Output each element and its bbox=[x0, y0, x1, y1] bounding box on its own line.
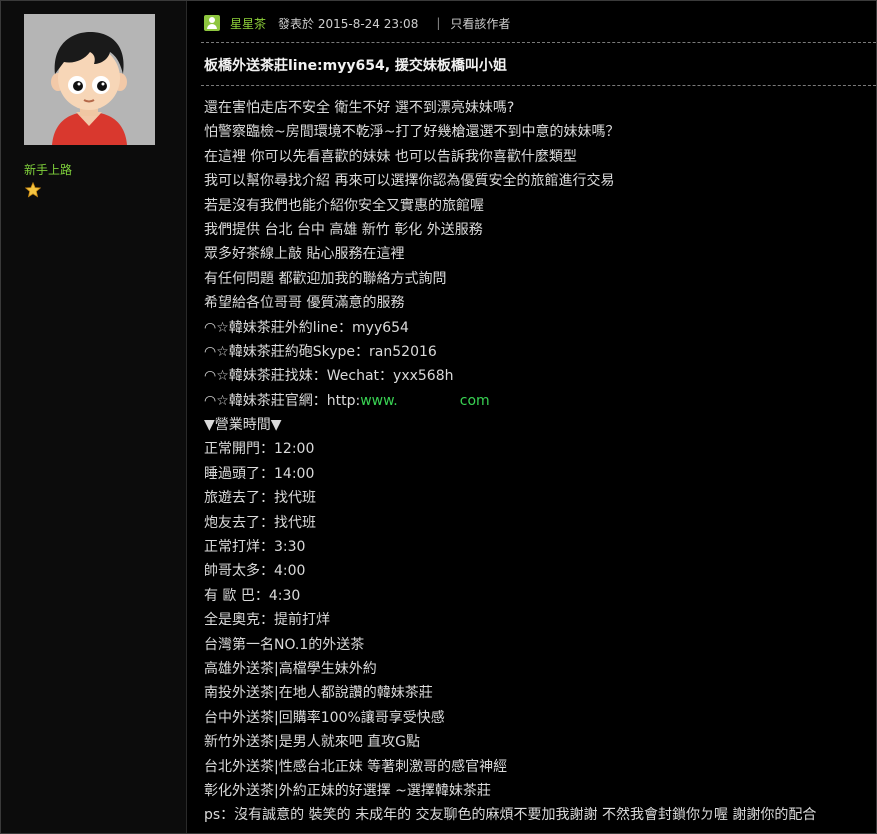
body-line: 有 歐 巴：4:30 bbox=[204, 587, 301, 604]
website-link-part2[interactable]: com bbox=[460, 393, 490, 409]
body-line: 若是沒有我們也能介紹你安全又實惠的旅館喔 bbox=[204, 197, 484, 214]
body-line: 台中外送茶|回購率100%讓哥享受快感 bbox=[204, 709, 445, 726]
body-line: 眾多好茶線上敲 貼心服務在這裡 bbox=[204, 246, 405, 263]
body-line: 高雄外送茶|高檔學生妹外約 bbox=[204, 660, 377, 677]
body-line: 睡過頭了：14:00 bbox=[204, 465, 315, 482]
post-content: 星星茶 發表於 2015-8-24 23:08 | 只看該作者 板橋外送茶莊li… bbox=[187, 1, 876, 833]
avatar-image bbox=[24, 14, 155, 145]
body-line: 彰化外送茶|外約正妹的好選擇 ~選擇韓妹茶莊 bbox=[204, 782, 491, 799]
body-line: 台灣第一名NO.1的外送茶 bbox=[204, 636, 365, 653]
post-timestamp: 發表於 2015-8-24 23:08 bbox=[278, 16, 419, 31]
body-line: 炮友去了：找代班 bbox=[204, 514, 316, 531]
body-line: ▼營業時間▼ bbox=[204, 417, 282, 434]
user-sidebar: 新手上路 bbox=[1, 1, 186, 833]
user-icon bbox=[204, 15, 220, 31]
post-body: 還在害怕走店不安全 衛生不好 選不到漂亮妹妹嗎? 怕警察臨檢~房間環境不乾淨~打… bbox=[204, 96, 874, 828]
avatar[interactable] bbox=[24, 14, 155, 145]
body-line: 希望給各位哥哥 優質滿意的服務 bbox=[204, 295, 405, 312]
body-line: 正常開門：12:00 bbox=[204, 441, 315, 458]
body-line: 台北外送茶|性感台北正妹 等著刺激哥的感官神經 bbox=[204, 758, 508, 775]
dashed-divider-title bbox=[201, 85, 876, 86]
body-line: 我可以幫你尋找介紹 再來可以選擇你認為優質安全的旅館進行交易 bbox=[204, 173, 615, 190]
body-line: 帥哥太多：4:00 bbox=[204, 563, 306, 580]
body-line: 旅遊去了：找代班 bbox=[204, 490, 316, 507]
website-link-part1[interactable]: www. bbox=[360, 393, 398, 409]
body-line: ps：沒有誠意的 裝笑的 未成年的 交友聊色的麻煩不要加我謝謝 不然我會封鎖你ㄉ… bbox=[204, 807, 817, 824]
body-line: ◠☆韓妹茶莊外約line：myy654 bbox=[204, 319, 409, 336]
body-line: 在這裡 你可以先看喜歡的妹妹 也可以告訴我你喜歡什麼類型 bbox=[204, 148, 577, 165]
star-icon bbox=[25, 182, 41, 198]
only-author-link[interactable]: 只看該作者 bbox=[450, 15, 510, 32]
user-rank: 新手上路 bbox=[24, 163, 73, 177]
website-line: ◠☆韓妹茶莊官網：http:www. com bbox=[204, 389, 874, 413]
body-line: 正常打烊：3:30 bbox=[204, 539, 306, 556]
body-line: 全是奧克：提前打烊 bbox=[204, 612, 330, 629]
dashed-divider-top bbox=[201, 42, 876, 43]
body-line: ◠☆韓妹茶莊約砲Skype：ran52016 bbox=[204, 343, 437, 360]
body-line: 新竹外送茶|是男人就來吧 直攻G點 bbox=[204, 734, 421, 751]
body-line: 我們提供 台北 台中 高雄 新竹 彰化 外送服務 bbox=[204, 221, 483, 238]
body-line: 怕警察臨檢~房間環境不乾淨~打了好幾槍還選不到中意的妹妹嗎？ bbox=[204, 124, 620, 141]
post-meta: 星星茶 發表於 2015-8-24 23:08 | 只看該作者 bbox=[204, 13, 510, 33]
post-title: 板橋外送茶莊line:myy654, 援交妹板橋叫小姐 bbox=[204, 58, 507, 74]
body-line: 還在害怕走店不安全 衛生不好 選不到漂亮妹妹嗎? bbox=[204, 100, 515, 116]
post-container: 新手上路 星星茶 發表於 2015-8-24 23:08 | 只看該作者 板橋外… bbox=[0, 0, 877, 834]
author-link[interactable]: 星星茶 bbox=[230, 15, 266, 32]
meta-separator: | bbox=[436, 16, 441, 30]
website-prefix: ◠☆韓妹茶莊官網：http: bbox=[204, 392, 361, 409]
body-line: 有任何問題 都歡迎加我的聯絡方式詢問 bbox=[204, 270, 447, 287]
body-line: ◠☆韓妹茶莊找妹：Wechat：yxx568h bbox=[204, 368, 454, 385]
body-line: 南投外送茶|在地人都說讚的韓妹茶莊 bbox=[204, 685, 433, 702]
